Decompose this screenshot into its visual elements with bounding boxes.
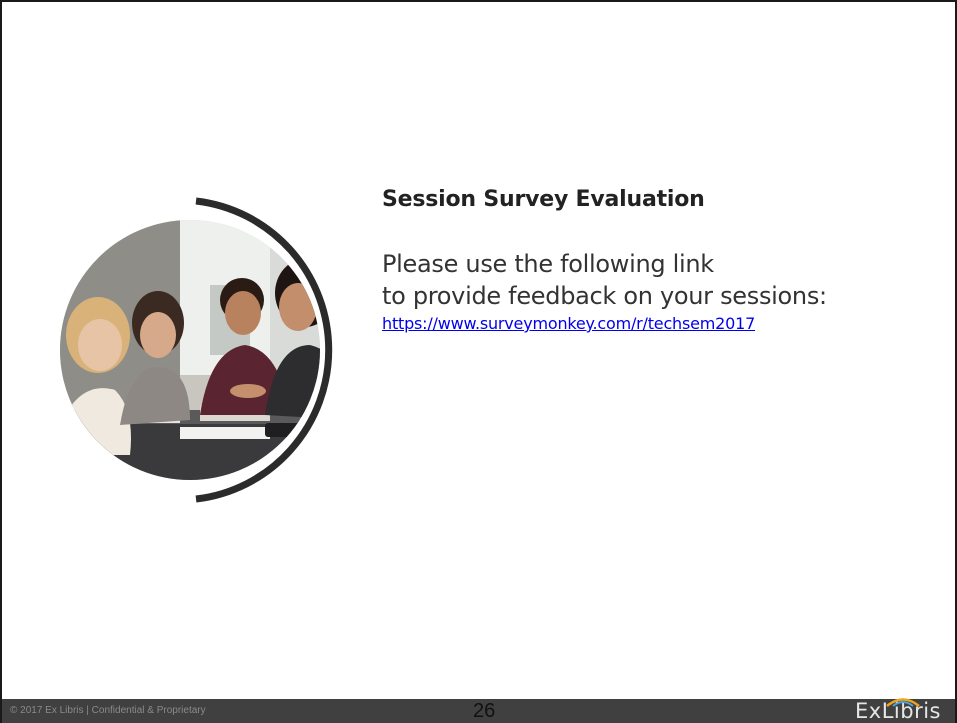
survey-text-block: Session Survey Evaluation Please use the… bbox=[382, 182, 942, 334]
footer-bar: © 2017 Ex Libris | Confidential & Propri… bbox=[2, 698, 955, 723]
logo-arc-icon bbox=[886, 698, 920, 707]
instructions-line-1: Please use the following link bbox=[382, 250, 714, 278]
students-studying-photo-icon bbox=[60, 197, 333, 503]
slide-title: Session Survey Evaluation bbox=[382, 187, 705, 212]
photo-group bbox=[60, 195, 360, 505]
survey-link[interactable]: https://www.surveymonkey.com/r/techsem20… bbox=[382, 314, 755, 333]
survey-instructions: Please use the following link to provide… bbox=[382, 248, 942, 312]
exlibris-logo-icon: ExLibris bbox=[855, 698, 941, 723]
slide: Session Survey Evaluation Please use the… bbox=[0, 0, 957, 723]
instructions-line-2: to provide feedback on your sessions: bbox=[382, 282, 827, 310]
page-number: 26 bbox=[473, 700, 496, 722]
copyright-text: © 2017 Ex Libris | Confidential & Propri… bbox=[10, 705, 206, 716]
